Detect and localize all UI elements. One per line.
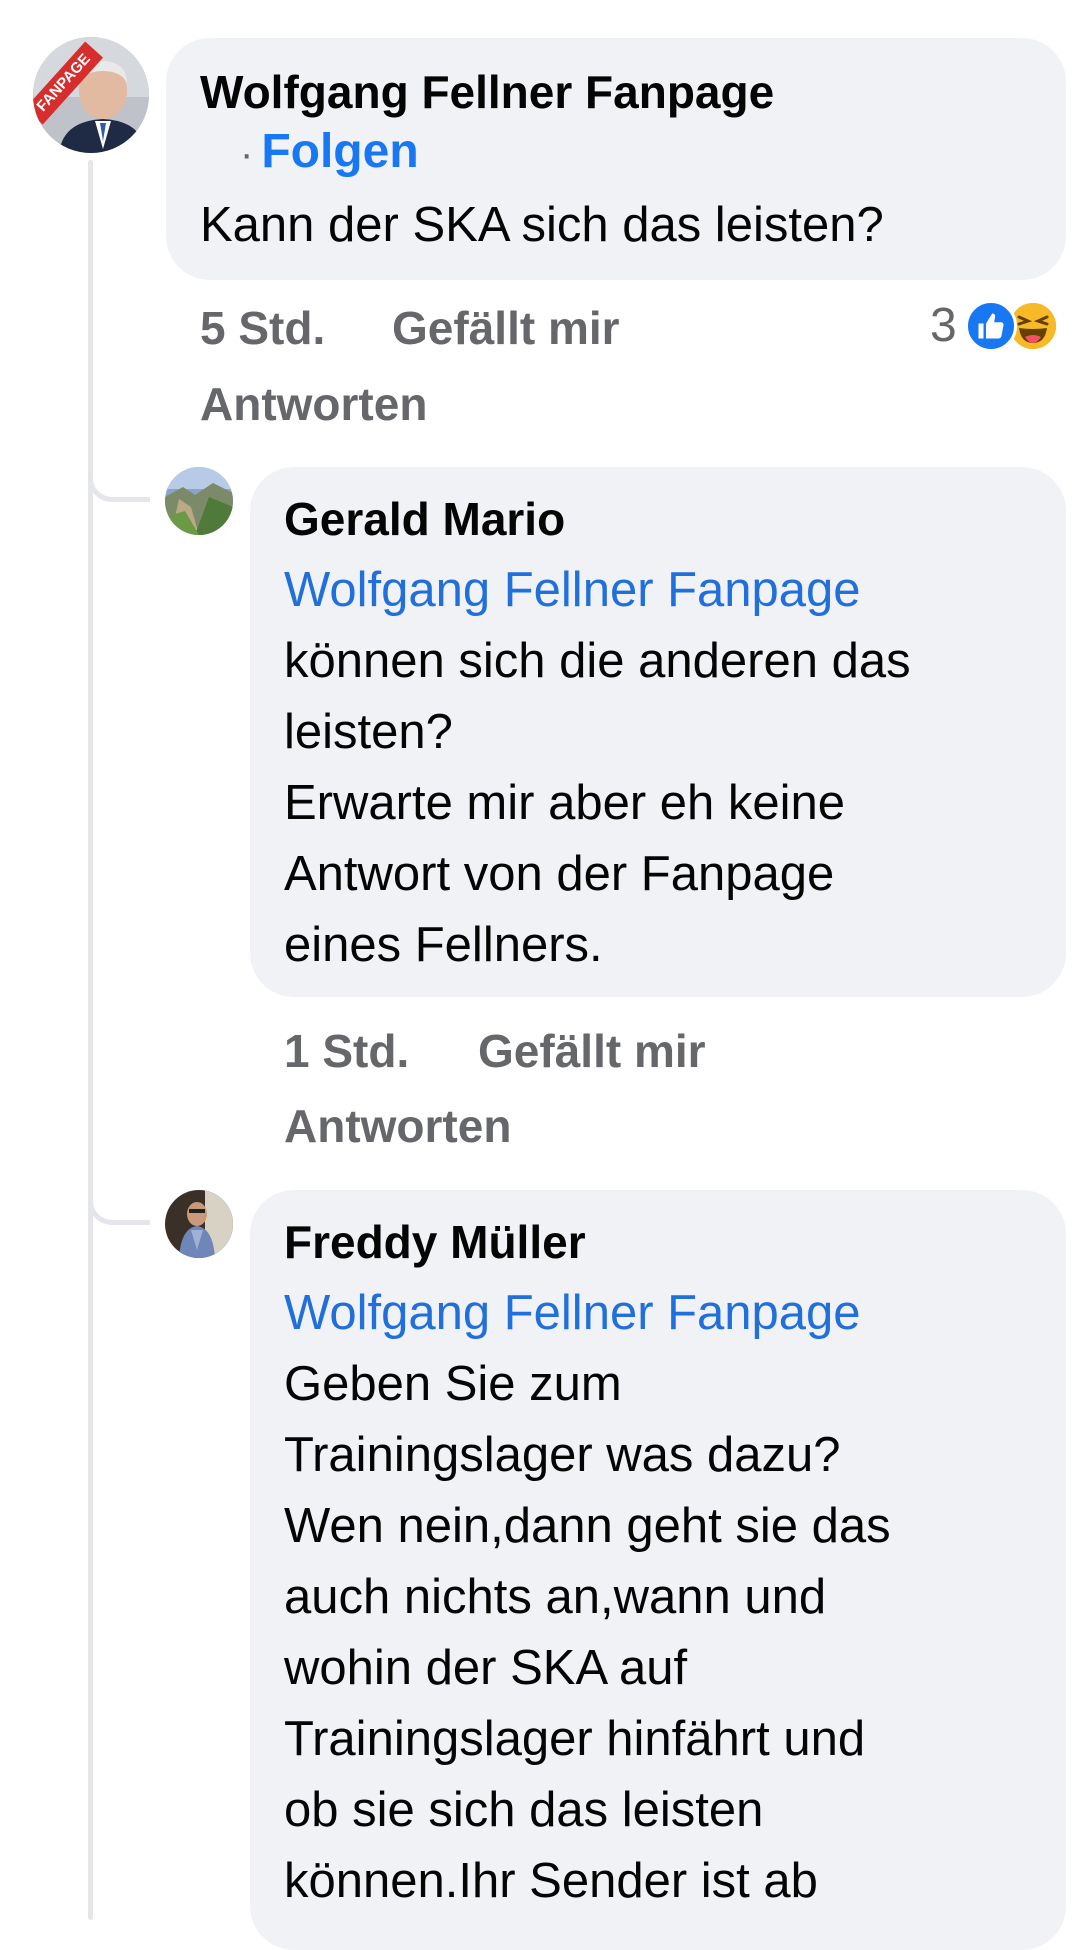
comment-text: Kann der SKA sich das leisten? <box>200 198 884 252</box>
reply-connector <box>88 460 150 502</box>
reaction-count: 3 <box>930 299 957 352</box>
avatar-gerald-mario[interactable] <box>165 467 233 535</box>
comment-author[interactable]: Wolfgang Fellner Fanpage <box>200 62 1032 122</box>
reaction-summary[interactable]: 3 <box>930 296 1059 356</box>
follow-dot: · <box>240 132 254 176</box>
reply-text: Geben Sie zum Trainingslager was dazu? W… <box>284 1357 891 1908</box>
avatar-freddy-mueller[interactable] <box>165 1190 233 1258</box>
reply-bubble[interactable]: Freddy Müller Wolfgang Fellner Fanpage G… <box>250 1190 1066 1950</box>
reply-author[interactable]: Gerald Mario <box>284 489 1032 549</box>
like-icon <box>964 300 1017 352</box>
reply-author[interactable]: Freddy Müller <box>284 1212 1032 1272</box>
comment-timestamp[interactable]: 5 Std. <box>200 298 325 358</box>
mention-link[interactable]: Wolfgang Fellner Fanpage <box>284 555 1032 626</box>
reply-actions: 1 Std. Gefällt mir <box>284 1021 706 1081</box>
follow-label[interactable]: Folgen <box>261 125 418 178</box>
comment-like-button[interactable]: Gefällt mir <box>392 298 620 358</box>
comment-bubble[interactable]: Wolfgang Fellner Fanpage · Folgen Kann de… <box>166 38 1066 280</box>
comment-reply-button[interactable]: Antworten <box>200 374 427 434</box>
reply-reply-button[interactable]: Antworten <box>284 1096 511 1156</box>
avatar-wolfgang-fellner[interactable]: FANPAGE <box>33 37 149 153</box>
avatar-image <box>165 467 233 535</box>
reply-bubble[interactable]: Gerald Mario Wolfgang Fellner Fanpage kö… <box>250 467 1066 997</box>
reply-text: können sich die anderen das leisten? Erw… <box>284 634 911 972</box>
reply-timestamp[interactable]: 1 Std. <box>284 1021 409 1081</box>
follow-link[interactable]: · Folgen <box>200 122 1032 184</box>
comment-actions: 5 Std. Gefällt mir <box>200 298 620 358</box>
reply-connector <box>88 1183 150 1225</box>
thread-line <box>88 160 93 1920</box>
avatar-image <box>165 1190 233 1258</box>
mention-link[interactable]: Wolfgang Fellner Fanpage <box>284 1278 1032 1349</box>
reply-like-button[interactable]: Gefällt mir <box>478 1021 706 1081</box>
